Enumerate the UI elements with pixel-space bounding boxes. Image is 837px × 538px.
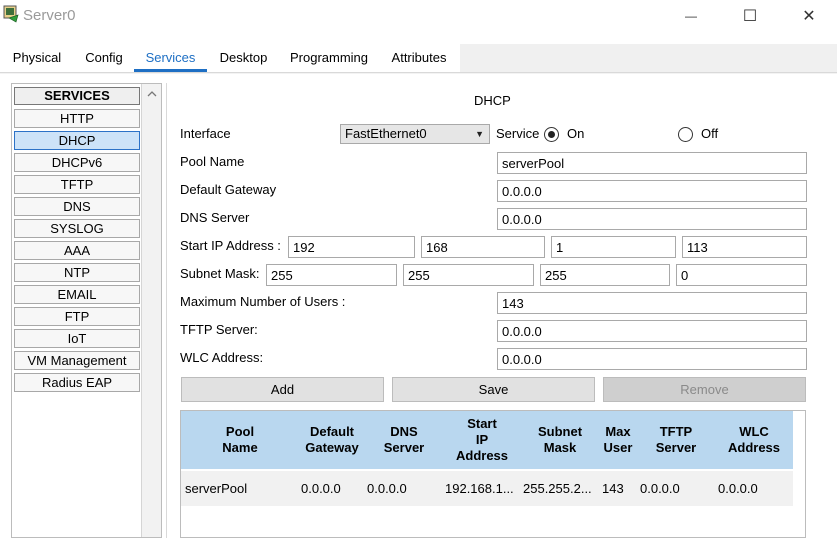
cell-tftp-server: 0.0.0.0 bbox=[640, 481, 680, 496]
service-item-dns[interactable]: DNS bbox=[14, 197, 140, 216]
max-users-input[interactable] bbox=[497, 292, 807, 314]
col-max-user: Max User bbox=[603, 424, 633, 455]
cell-default-gateway: 0.0.0.0 bbox=[301, 481, 341, 496]
table-header: Pool Name Default Gateway DNS Server Sta… bbox=[181, 411, 793, 469]
service-item-dhcp[interactable]: DHCP bbox=[14, 131, 140, 150]
service-item-radius-eap[interactable]: Radius EAP bbox=[14, 373, 140, 392]
tab-bar: Physical Config Services Desktop Program… bbox=[0, 44, 837, 74]
dns-server-input[interactable] bbox=[497, 208, 807, 230]
service-off-label: Off bbox=[701, 126, 719, 141]
minimize-button[interactable]: — bbox=[668, 2, 714, 30]
remove-button[interactable]: Remove bbox=[603, 377, 806, 402]
default-gateway-label: Default Gateway bbox=[180, 182, 277, 197]
title-bar: Server0 — ☐ ✕ bbox=[0, 0, 837, 32]
start-ip-octet-3[interactable] bbox=[551, 236, 676, 258]
max-users-label: Maximum Number of Users : bbox=[180, 294, 346, 309]
service-item-aaa[interactable]: AAA bbox=[14, 241, 140, 260]
services-panel: SERVICES HTTP DHCP DHCPv6 TFTP DNS SYSLO… bbox=[11, 83, 162, 538]
section-title: DHCP bbox=[474, 93, 511, 108]
subnet-mask-label: Subnet Mask: bbox=[180, 266, 260, 281]
save-button[interactable]: Save bbox=[392, 377, 595, 402]
service-on-label: On bbox=[567, 126, 585, 141]
maximize-button[interactable]: ☐ bbox=[727, 2, 773, 30]
col-wlc-address: WLC Address bbox=[727, 424, 781, 455]
minimize-icon: — bbox=[685, 9, 697, 23]
tab-programming[interactable]: Programming bbox=[280, 44, 378, 72]
dropdown-arrow-icon: ▼ bbox=[475, 129, 484, 139]
dns-server-label: DNS Server bbox=[180, 210, 250, 225]
default-gateway-input[interactable] bbox=[497, 180, 807, 202]
service-off-radio[interactable] bbox=[678, 127, 693, 142]
table-row[interactable]: serverPool 0.0.0.0 0.0.0.0 192.168.1... … bbox=[181, 471, 793, 506]
service-item-iot[interactable]: IoT bbox=[14, 329, 140, 348]
tab-physical[interactable]: Physical bbox=[0, 44, 74, 72]
subnet-mask-octet-2[interactable] bbox=[403, 264, 534, 286]
close-icon: ✕ bbox=[802, 8, 816, 25]
window-title: Server0 bbox=[23, 7, 76, 24]
cell-pool-name: serverPool bbox=[185, 481, 248, 496]
tab-services[interactable]: Services bbox=[134, 44, 207, 72]
service-item-ntp[interactable]: NTP bbox=[14, 263, 140, 282]
wlc-address-label: WLC Address: bbox=[180, 350, 264, 365]
services-scrollbar[interactable] bbox=[142, 84, 161, 537]
start-ip-octet-4[interactable] bbox=[682, 236, 807, 258]
col-subnet-mask: Subnet Mask bbox=[537, 424, 583, 455]
cell-max-user: 143 bbox=[602, 481, 624, 496]
col-start-ip: Start IP Address bbox=[455, 416, 509, 463]
interface-select[interactable]: FastEthernet0 ▼ bbox=[340, 124, 490, 144]
service-item-vm-management[interactable]: VM Management bbox=[14, 351, 140, 370]
services-header: SERVICES bbox=[14, 87, 140, 105]
tab-divider bbox=[0, 72, 837, 73]
cell-wlc-address: 0.0.0.0 bbox=[718, 481, 758, 496]
pool-table: Pool Name Default Gateway DNS Server Sta… bbox=[180, 410, 806, 538]
subnet-mask-octet-3[interactable] bbox=[540, 264, 670, 286]
service-item-dhcpv6[interactable]: DHCPv6 bbox=[14, 153, 140, 172]
service-item-ftp[interactable]: FTP bbox=[14, 307, 140, 326]
close-button[interactable]: ✕ bbox=[786, 2, 832, 30]
col-pool-name: Pool Name bbox=[222, 424, 258, 455]
tab-config[interactable]: Config bbox=[74, 44, 134, 72]
tab-bar-filler bbox=[460, 44, 837, 72]
wlc-address-input[interactable] bbox=[497, 348, 807, 370]
service-item-http[interactable]: HTTP bbox=[14, 109, 140, 128]
tab-desktop[interactable]: Desktop bbox=[207, 44, 280, 72]
tftp-server-input[interactable] bbox=[497, 320, 807, 342]
subnet-mask-octet-1[interactable] bbox=[266, 264, 397, 286]
scroll-up-button[interactable] bbox=[142, 84, 161, 102]
subnet-mask-octet-4[interactable] bbox=[676, 264, 807, 286]
col-dns-server: DNS Server bbox=[383, 424, 425, 455]
chevron-up-icon bbox=[147, 90, 156, 96]
pool-name-label: Pool Name bbox=[180, 154, 245, 169]
tab-attributes[interactable]: Attributes bbox=[378, 44, 460, 72]
app-icon bbox=[3, 5, 19, 23]
add-button[interactable]: Add bbox=[181, 377, 384, 402]
service-item-tftp[interactable]: TFTP bbox=[14, 175, 140, 194]
col-default-gateway: Default Gateway bbox=[305, 424, 359, 455]
dhcp-panel: DHCP Interface FastEthernet0 ▼ Service O… bbox=[166, 83, 829, 538]
cell-dns-server: 0.0.0.0 bbox=[367, 481, 407, 496]
cell-start-ip: 192.168.1... bbox=[445, 481, 514, 496]
cell-subnet-mask: 255.255.2... bbox=[523, 481, 592, 496]
tftp-server-label: TFTP Server: bbox=[180, 322, 258, 337]
interface-label: Interface bbox=[180, 126, 231, 141]
maximize-icon: ☐ bbox=[742, 8, 758, 25]
services-list: SERVICES HTTP DHCP DHCPv6 TFTP DNS SYSLO… bbox=[12, 84, 142, 537]
service-item-syslog[interactable]: SYSLOG bbox=[14, 219, 140, 238]
pool-name-input[interactable] bbox=[497, 152, 807, 174]
start-ip-label: Start IP Address : bbox=[180, 238, 281, 253]
start-ip-octet-2[interactable] bbox=[421, 236, 545, 258]
service-on-radio[interactable] bbox=[544, 127, 559, 142]
service-item-email[interactable]: EMAIL bbox=[14, 285, 140, 304]
service-label: Service bbox=[496, 126, 540, 141]
col-tftp-server: TFTP Server bbox=[655, 424, 697, 455]
interface-value: FastEthernet0 bbox=[345, 126, 427, 141]
start-ip-octet-1[interactable] bbox=[288, 236, 415, 258]
